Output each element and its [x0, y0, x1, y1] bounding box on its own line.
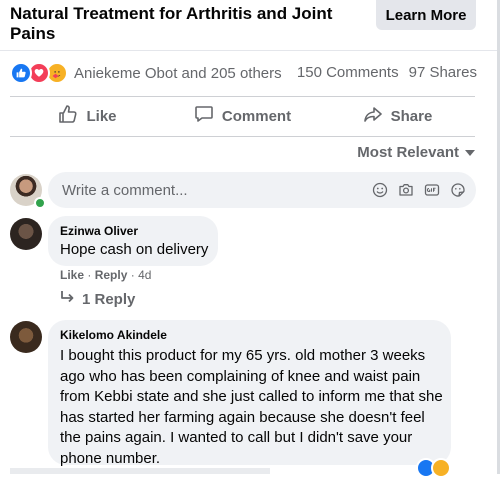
comment-text: I bought this product for my 65 yrs. old…	[60, 347, 443, 467]
commenter-avatar[interactable]	[10, 321, 42, 353]
comment-meta: Like · Reply · 4d	[60, 268, 151, 282]
comment-author[interactable]: Ezinwa Oliver	[60, 224, 138, 238]
replies-count: 1 Reply	[82, 290, 136, 308]
comment-timestamp[interactable]: 4d	[138, 268, 151, 282]
share-arrow-icon	[363, 104, 383, 128]
camera-icon[interactable]	[398, 182, 414, 198]
chevron-down-icon	[465, 149, 475, 156]
comment-sort-dropdown[interactable]: Most Relevant	[357, 144, 475, 161]
post-actions-bar: Like Comment Share	[10, 100, 475, 132]
reactions-summary[interactable]: Aniekeme Obot and 205 others	[10, 62, 282, 84]
reply-arrow-icon	[60, 290, 76, 308]
comment-bubble: Kikelomo Akindele I bought this product …	[48, 320, 451, 467]
ad-headline[interactable]: Natural Treatment for Arthritis and Join…	[10, 4, 365, 44]
share-button[interactable]: Share	[320, 100, 475, 132]
truncated-content	[10, 468, 270, 474]
sticker-icon[interactable]	[450, 182, 466, 198]
share-label: Share	[390, 107, 433, 125]
comments-count[interactable]: 150 Comments	[297, 64, 399, 81]
like-label: Like	[86, 107, 117, 125]
divider	[10, 136, 475, 137]
comment-author[interactable]: Kikelomo Akindele	[60, 328, 167, 342]
like-reaction-icon	[10, 62, 32, 84]
comment-label: Comment	[221, 107, 292, 125]
thumbs-up-icon	[58, 104, 78, 128]
comment-like-link[interactable]: Like	[60, 268, 84, 282]
comment-button[interactable]: Comment	[165, 100, 320, 132]
comment-composer[interactable]	[48, 172, 476, 208]
separator: ·	[130, 268, 139, 282]
like-button[interactable]: Like	[10, 100, 165, 132]
view-replies-link[interactable]: 1 Reply	[60, 290, 135, 308]
online-status-indicator	[34, 197, 46, 209]
separator: ·	[87, 268, 95, 282]
commenter-avatar[interactable]	[10, 218, 42, 250]
reactions-names[interactable]: Aniekeme Obot and 205 others	[74, 65, 282, 82]
post-counts: 150 Comments 97 Shares	[297, 64, 477, 81]
composer-toolbar	[372, 182, 466, 198]
divider	[0, 50, 497, 51]
comment-input[interactable]	[60, 180, 354, 200]
comment-bubble: Ezinwa Oliver Hope cash on delivery	[48, 216, 218, 266]
care-reaction-icon	[431, 458, 451, 478]
comment-text: Hope cash on delivery	[60, 241, 209, 258]
shares-count[interactable]: 97 Shares	[409, 64, 477, 81]
comment-reply-link[interactable]: Reply	[95, 268, 128, 282]
divider	[10, 96, 475, 97]
emoji-icon[interactable]	[372, 182, 388, 198]
sort-label: Most Relevant	[357, 144, 459, 161]
learn-more-button[interactable]: Learn More	[376, 0, 476, 30]
comment-bubble-icon	[194, 104, 214, 128]
gif-icon[interactable]	[424, 182, 440, 198]
comment-reactions[interactable]	[416, 458, 451, 478]
